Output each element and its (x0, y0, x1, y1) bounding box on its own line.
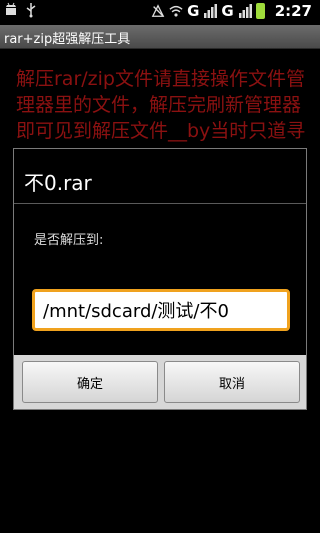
app-title: rar+zip超强解压工具 (4, 32, 131, 47)
instruction-message: 解压rar/zip文件请直接操作文件管理器里的文件，解压完刷新管理器即可见到解压… (16, 68, 306, 142)
no-sim-icon (151, 4, 165, 17)
status-clock: 2:27 (274, 2, 312, 20)
cancel-button[interactable]: 取消 (164, 361, 300, 403)
dialog-button-bar: 确定 取消 (14, 355, 306, 409)
network-type-2: G (221, 2, 234, 20)
dialog-divider (14, 203, 306, 204)
android-debug-icon (6, 2, 16, 15)
status-bar: G G 2:27 (0, 0, 320, 25)
extract-path-input[interactable] (32, 289, 290, 331)
dialog-title: 不0.rar (24, 171, 92, 195)
signal-icon (238, 4, 252, 18)
wifi-icon (169, 5, 183, 17)
network-type-1: G (187, 2, 200, 20)
signal-icon (204, 4, 218, 18)
usb-icon (26, 3, 36, 18)
status-right-icons: G G 2:27 (151, 2, 312, 20)
extract-dialog: 不0.rar 是否解压到: 确定 取消 (13, 148, 307, 410)
status-left-icons (4, 2, 38, 18)
app-title-bar: rar+zip超强解压工具 (0, 25, 320, 49)
dialog-question: 是否解压到: (34, 233, 104, 248)
confirm-button[interactable]: 确定 (22, 361, 158, 403)
battery-icon (255, 3, 265, 19)
